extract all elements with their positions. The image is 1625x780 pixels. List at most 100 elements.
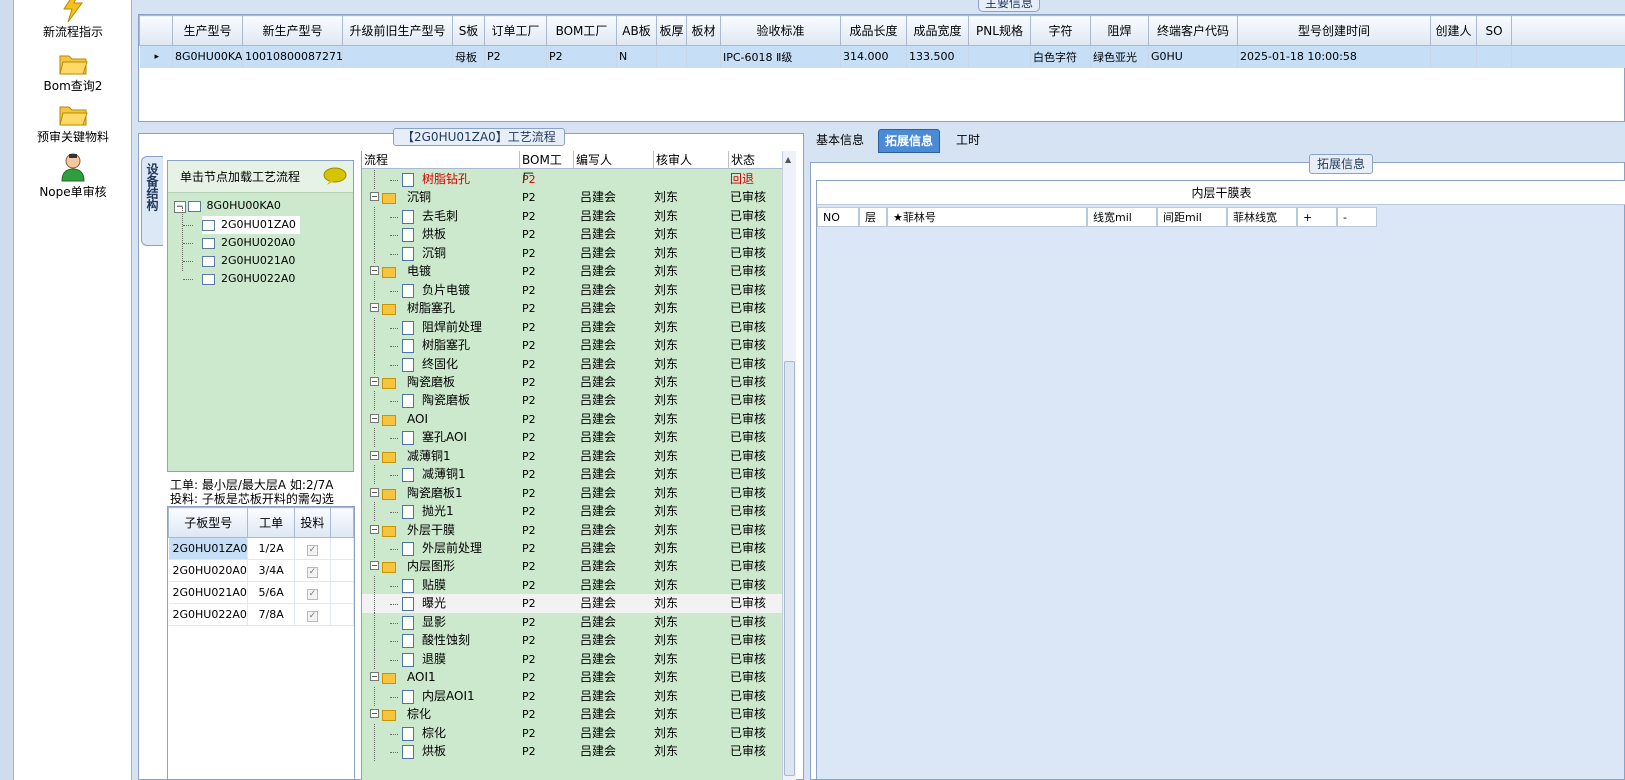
cell[interactable]: 2025-01-18 10:00:58: [1237, 45, 1431, 68]
sub-model-cell[interactable]: 2G0HU022A0: [168, 603, 249, 626]
sub-feed-cell[interactable]: ✓: [294, 603, 331, 626]
flow-row[interactable]: 酸性蚀刻 P2 吕建会 刘东 已审核: [362, 631, 783, 651]
cell[interactable]: [656, 45, 687, 68]
sub-model-cell[interactable]: 2G0HU020A0: [168, 559, 249, 582]
col-line-width[interactable]: 线宽mil: [1087, 207, 1157, 227]
collapse-icon[interactable]: −: [174, 201, 186, 213]
feed-checkbox[interactable]: ✓: [306, 588, 318, 600]
nav-item-prereview-material[interactable]: 预审关键物料: [14, 101, 132, 145]
tree-root-node[interactable]: − 8G0HU00KA0: [174, 197, 281, 215]
col-spacing[interactable]: 间距mil: [1157, 207, 1227, 227]
sub-board-row[interactable]: 2G0HU020A0 3/4A ✓: [168, 559, 355, 582]
cell[interactable]: 母板: [452, 45, 485, 68]
nav-item-new-flow[interactable]: 新流程指示: [14, 0, 132, 40]
flow-row[interactable]: − 内层图形 P2 吕建会 刘东 已审核: [362, 557, 783, 576]
collapse-icon[interactable]: −: [370, 303, 379, 313]
col-header[interactable]: 创建人: [1430, 15, 1477, 46]
flow-row[interactable]: 烘板 P2 吕建会 刘东 已审核: [362, 741, 783, 761]
feed-checkbox[interactable]: ✓: [306, 566, 318, 578]
col-header[interactable]: 终端客户代码: [1148, 15, 1238, 46]
cell[interactable]: 10010800087271: [242, 45, 343, 68]
flow-row[interactable]: − 陶瓷磨板1 P2 吕建会 刘东 已审核: [362, 484, 783, 503]
sub-board-row[interactable]: 2G0HU021A0 5/6A ✓: [168, 581, 355, 604]
col-header[interactable]: 板厚: [656, 15, 687, 46]
sub-col-feed[interactable]: 投料: [293, 507, 331, 538]
flow-row[interactable]: 抛光1 P2 吕建会 刘东 已审核: [362, 502, 783, 522]
flow-col-writer[interactable]: 编写人: [574, 151, 654, 169]
sub-feed-cell[interactable]: ✓: [294, 581, 331, 604]
flow-col-reviewer[interactable]: 核审人: [654, 151, 729, 169]
col-header[interactable]: PNL规格: [968, 15, 1031, 46]
cell[interactable]: 白色字符: [1030, 45, 1091, 68]
flow-scrollbar[interactable]: ▲: [782, 151, 796, 780]
collapse-icon[interactable]: −: [370, 266, 379, 276]
flow-row[interactable]: 棕化 P2 吕建会 刘东 已审核: [362, 723, 783, 743]
flow-row[interactable]: − 外层干膜 P2 吕建会 刘东 已审核: [362, 521, 783, 540]
sub-model-cell[interactable]: 2G0HU021A0: [168, 581, 249, 604]
collapse-icon[interactable]: −: [370, 561, 379, 571]
col-header[interactable]: 订单工厂: [484, 15, 547, 46]
sub-feed-cell[interactable]: ✓: [294, 559, 331, 582]
sub-board-row[interactable]: 2G0HU022A0 7/8A ✓: [168, 603, 355, 626]
cell[interactable]: 绿色亚光: [1090, 45, 1149, 68]
flow-row[interactable]: 树脂塞孔 P2 吕建会 刘东 已审核: [362, 336, 783, 356]
flow-col-process[interactable]: 流程: [362, 151, 520, 169]
flow-row[interactable]: 沉铜 P2 吕建会 刘东 已审核: [362, 243, 783, 263]
flow-row[interactable]: 贴膜 P2 吕建会 刘东 已审核: [362, 575, 783, 595]
cell[interactable]: [342, 45, 453, 68]
nav-item-bom-query2[interactable]: Bom查询2: [14, 50, 132, 94]
col-header[interactable]: 成品长度: [840, 15, 907, 46]
col-header[interactable]: S板: [452, 15, 485, 46]
remove-row-button[interactable]: -: [1337, 207, 1377, 227]
cell[interactable]: P2: [484, 45, 547, 68]
col-header[interactable]: AB板: [616, 15, 657, 46]
col-film-no[interactable]: ★菲林号: [887, 207, 1087, 227]
flow-row[interactable]: − 陶瓷磨板 P2 吕建会 刘东 已审核: [362, 373, 783, 392]
flow-row[interactable]: − 减薄铜1 P2 吕建会 刘东 已审核: [362, 447, 783, 466]
cell[interactable]: [1476, 45, 1512, 68]
collapse-icon[interactable]: −: [370, 450, 379, 460]
col-header[interactable]: 新生产型号: [242, 15, 343, 46]
collapse-icon[interactable]: −: [370, 672, 379, 682]
flow-row[interactable]: 终固化 P2 吕建会 刘东 已审核: [362, 354, 783, 374]
cell[interactable]: IPC-6018 Ⅱ级: [720, 45, 841, 68]
cell[interactable]: 314.000: [840, 45, 907, 68]
sub-order-cell[interactable]: 7/8A: [247, 603, 295, 626]
col-header[interactable]: 生产型号: [172, 15, 243, 46]
col-header[interactable]: 板材: [686, 15, 721, 46]
flow-row[interactable]: 阻焊前处理 P2 吕建会 刘东 已审核: [362, 317, 783, 337]
sub-col-order[interactable]: 工单: [247, 507, 295, 538]
sub-order-cell[interactable]: 3/4A: [247, 559, 295, 582]
tab-work-hours[interactable]: 工时: [950, 129, 986, 153]
col-header[interactable]: 成品宽度: [906, 15, 969, 46]
collapse-icon[interactable]: −: [370, 413, 379, 423]
scroll-up-icon[interactable]: ▲: [785, 155, 791, 164]
add-row-button[interactable]: +: [1297, 207, 1337, 227]
cell[interactable]: [968, 45, 1031, 68]
flow-row[interactable]: − AOI1 P2 吕建会 刘东 已审核: [362, 668, 783, 687]
col-header[interactable]: SO: [1476, 15, 1512, 46]
sub-order-cell[interactable]: 5/6A: [247, 581, 295, 604]
flow-row[interactable]: 烘板 P2 吕建会 刘东 已审核: [362, 225, 783, 245]
flow-col-status[interactable]: 状态: [729, 151, 783, 169]
nav-item-nope-review[interactable]: Nope单审核: [14, 152, 132, 200]
flow-row[interactable]: 退膜 P2 吕建会 刘东 已审核: [362, 649, 783, 669]
collapse-icon[interactable]: −: [370, 192, 379, 202]
flow-row[interactable]: 减薄铜1 P2 吕建会 刘东 已审核: [362, 465, 783, 485]
col-no[interactable]: NO: [817, 207, 859, 227]
cell[interactable]: G0HU: [1148, 45, 1238, 68]
col-film-line-width[interactable]: 菲林线宽: [1227, 207, 1297, 227]
flow-row[interactable]: 外层前处理 P2 吕建会 刘东 已审核: [362, 539, 783, 558]
tree-node[interactable]: 2G0HU01ZA0: [202, 216, 300, 234]
flow-col-bom[interactable]: BOM工厂: [520, 151, 574, 185]
flow-row[interactable]: 显影 P2 吕建会 刘东 已审核: [362, 612, 783, 632]
tree-node[interactable]: 2G0HU021A0: [202, 252, 295, 270]
col-header[interactable]: 字符: [1030, 15, 1091, 46]
flow-row[interactable]: 陶瓷磨板 P2 吕建会 刘东 已审核: [362, 391, 783, 411]
scroll-thumb[interactable]: [784, 361, 795, 776]
sub-col-model[interactable]: 子板型号: [167, 507, 249, 538]
flow-row[interactable]: 塞孔AOI P2 吕建会 刘东 已审核: [362, 428, 783, 448]
cell[interactable]: [686, 45, 721, 68]
flow-row[interactable]: − 棕化 P2 吕建会 刘东 已审核: [362, 705, 783, 724]
tab-extended-info[interactable]: 拓展信息: [878, 129, 941, 153]
